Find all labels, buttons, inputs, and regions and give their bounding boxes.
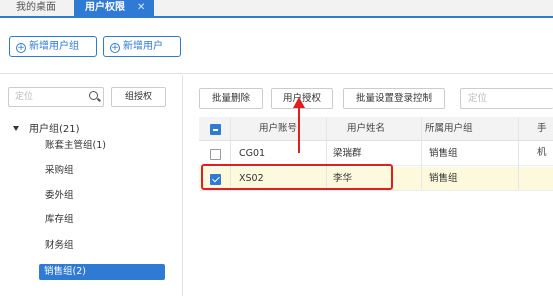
tree-item-inventory[interactable]: 库存组 bbox=[45, 212, 74, 228]
plus-circle-icon: + bbox=[16, 43, 26, 53]
tree-item-purchase[interactable]: 采购组 bbox=[45, 163, 74, 179]
table-header: 用户账号 用户姓名 所属用户组 手机 bbox=[199, 117, 553, 158]
user-group-panel: 定位 组授权 用户组(21) 账套主管组(1) 采购组 委外组 库存组 财务组 … bbox=[0, 75, 183, 296]
top-action-bar: + 新增用户组 + 新增用户 bbox=[0, 20, 553, 74]
tree-item-finance[interactable]: 财务组 bbox=[45, 238, 74, 254]
tree-root-label: 用户组(21) bbox=[29, 124, 80, 135]
column-header-account[interactable]: 用户账号 bbox=[259, 117, 297, 141]
tab-bar: 我的桌面 用户权限 ✕ bbox=[0, 0, 553, 18]
close-icon[interactable]: ✕ bbox=[137, 0, 145, 16]
group-grant-button[interactable]: 组授权 bbox=[111, 87, 166, 107]
add-user-group-button[interactable]: + 新增用户组 bbox=[9, 36, 97, 57]
column-header-name[interactable]: 用户姓名 bbox=[347, 117, 385, 141]
add-user-button[interactable]: + 新增用户 bbox=[103, 36, 181, 57]
cell-name: 梁瑞群 bbox=[333, 148, 362, 159]
user-locate-input[interactable]: 定位 bbox=[460, 88, 553, 109]
select-all-checkbox[interactable] bbox=[210, 124, 221, 135]
batch-login-control-button[interactable]: 批量设置登录控制 bbox=[343, 88, 445, 109]
tab-home[interactable]: 我的桌面 bbox=[16, 0, 56, 16]
tree-item-account-supervisor[interactable]: 账套主管组(1) bbox=[45, 138, 106, 154]
tree-item-outsourcing[interactable]: 委外组 bbox=[45, 188, 74, 204]
add-user-group-label: 新增用户组 bbox=[29, 41, 79, 52]
plus-circle-icon: + bbox=[110, 43, 120, 53]
table-row[interactable]: CG01 梁瑞群 销售组 bbox=[199, 142, 553, 166]
arrow-up-annotation-icon bbox=[293, 97, 305, 153]
cell-group: 销售组 bbox=[429, 173, 458, 184]
group-search-placeholder: 定位 bbox=[15, 92, 34, 102]
highlight-box-annotation bbox=[201, 164, 393, 190]
cell-group: 销售组 bbox=[429, 148, 458, 159]
tree-item-sales[interactable]: 销售组(2) bbox=[39, 264, 165, 280]
column-divider bbox=[518, 117, 519, 189]
tree-root-user-groups[interactable]: 用户组(21) bbox=[13, 120, 80, 135]
batch-delete-button[interactable]: 批量删除 bbox=[199, 88, 263, 109]
tab-user-permissions[interactable]: 用户权限 ✕ bbox=[74, 0, 154, 16]
add-user-label: 新增用户 bbox=[123, 41, 163, 52]
row-checkbox[interactable] bbox=[210, 149, 221, 160]
group-search-input[interactable]: 定位 bbox=[8, 87, 104, 107]
column-divider bbox=[421, 117, 422, 189]
cell-account: CG01 bbox=[239, 148, 266, 159]
column-header-group[interactable]: 所属用户组 bbox=[425, 117, 473, 141]
caret-down-icon[interactable] bbox=[13, 126, 19, 131]
column-header-phone[interactable]: 手机 bbox=[537, 117, 553, 158]
search-icon[interactable] bbox=[89, 91, 98, 100]
tab-user-permissions-label: 用户权限 bbox=[85, 2, 125, 13]
